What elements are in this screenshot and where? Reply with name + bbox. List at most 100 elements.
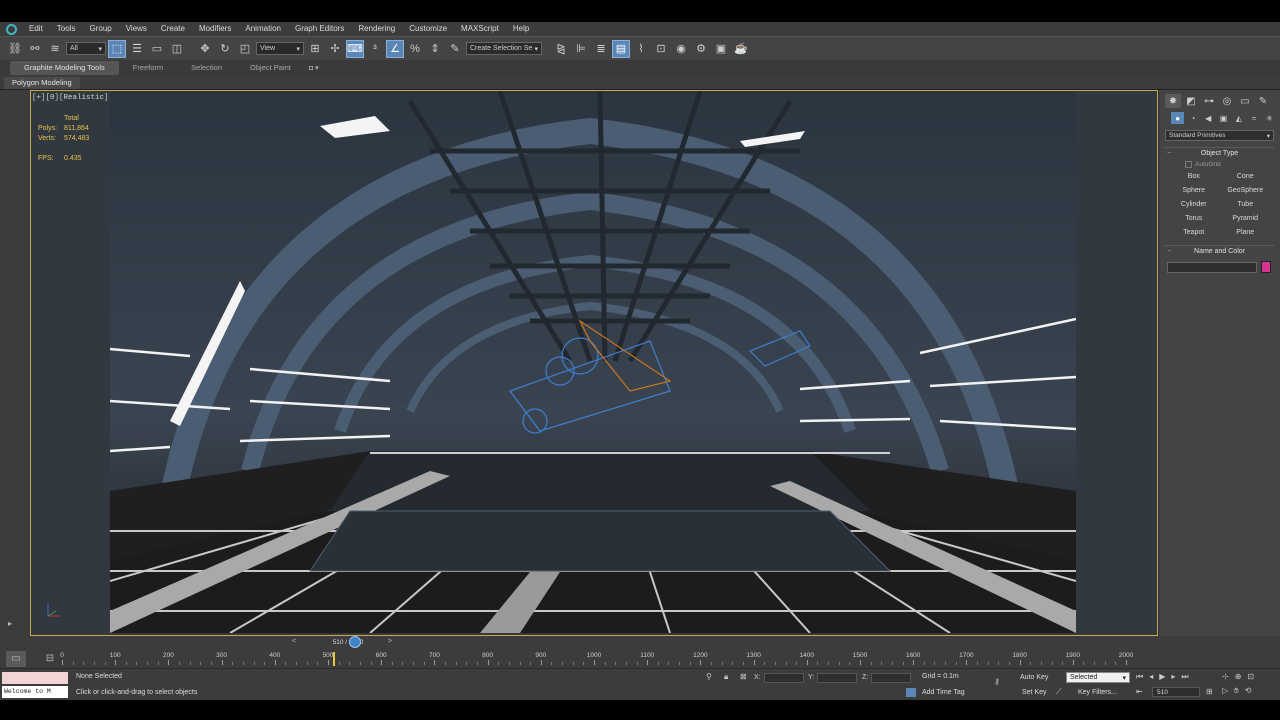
named-selection-dropdown[interactable]: Create Selection Se ▾ [466,42,542,55]
menu-animation[interactable]: Animation [238,22,288,36]
cone-button[interactable]: Cone [1223,171,1269,183]
box-button[interactable]: Box [1171,171,1217,183]
time-slider-knob[interactable] [349,636,361,648]
time-config-icon[interactable]: ⊞ [1206,687,1213,696]
scale-icon[interactable]: ◰ [236,40,254,58]
cylinder-button[interactable]: Cylinder [1171,199,1217,211]
menu-create[interactable]: Create [154,22,192,36]
z-coord-input[interactable] [871,672,912,683]
isolate-selection-icon[interactable]: ⚲ [706,672,712,681]
key-icon[interactable]: ⚷ [994,677,1000,686]
align-icon[interactable]: ⊫ [572,40,590,58]
plane-button[interactable]: Plane [1223,227,1269,239]
selection-lock-icon[interactable]: 🔒︎ [724,672,728,682]
polygon-modeling-panel[interactable]: Polygon Modeling [4,76,80,89]
menu-tools[interactable]: Tools [50,22,83,36]
schematic-view-icon[interactable]: ⊡ [652,40,670,58]
zoom-icon[interactable]: ⊹ [1222,672,1229,681]
auto-key-button[interactable]: Auto Key [1020,674,1048,681]
zoom-all-icon[interactable]: ⊕ [1235,672,1242,681]
menu-maxscript[interactable]: MAXScript [454,22,506,36]
snap-3d-icon[interactable]: ³ [366,40,384,58]
time-slider[interactable]: < > 510 / 2000 [0,636,1280,650]
absolute-mode-icon[interactable]: ⊠ [740,672,747,681]
prev-key-icon[interactable]: ◂ [1149,672,1153,682]
systems-icon[interactable]: ✳ [1263,112,1276,124]
pivot-center-icon[interactable]: ⊞ [306,40,324,58]
add-time-tag[interactable]: Add Time Tag [922,689,965,696]
mirror-icon[interactable]: ⧎ [552,40,570,58]
display-tab-icon[interactable]: ▭ [1237,94,1253,108]
x-coord-input[interactable] [763,672,804,683]
key-mode-dropdown[interactable]: Selected ▾ [1066,672,1130,683]
y-coord-field[interactable]: Y: [808,672,858,683]
track-view-icon[interactable]: ⊟ [40,651,60,667]
select-manipulate-icon[interactable]: ✢ [326,40,344,58]
time-tag-icon[interactable] [906,688,916,697]
tube-button[interactable]: Tube [1223,199,1269,211]
rect-region-icon[interactable]: ▭ [148,40,166,58]
torus-button[interactable]: Torus [1171,213,1217,225]
object-name-input[interactable] [1167,261,1257,273]
tab-selection[interactable]: Selection [177,61,236,75]
select-object-icon[interactable]: ⬚ [108,39,126,58]
mini-curve-editor-icon[interactable]: ▭ [6,651,26,667]
space-warps-icon[interactable]: ≈ [1247,112,1260,124]
zoom-extents-icon[interactable]: ⊡ [1247,672,1254,681]
maxscript-input[interactable] [2,672,68,684]
geosphere-button[interactable]: GeoSphere [1223,185,1269,197]
rendered-frame-icon[interactable]: ▣ [712,40,730,58]
pan-icon[interactable]: ✋︎ [1234,686,1239,696]
menu-graph-editors[interactable]: Graph Editors [288,22,351,36]
time-slider-thumb[interactable]: 510 / 2000 [306,638,390,648]
primitive-category-dropdown[interactable]: Standard Primitives ▾ [1165,130,1274,141]
expand-arrow-icon[interactable]: ▸ [8,619,12,628]
maxscript-output[interactable]: Welcome to M [2,686,68,698]
y-coord-input[interactable] [817,672,858,683]
sphere-button[interactable]: Sphere [1171,185,1217,197]
timeline-ruler[interactable]: 0 100 200 300 400 500 600 700 800 900 1000 1100 1200… [60,652,1133,666]
viewport-scene[interactable] [110,91,1076,633]
selection-filter-dropdown[interactable]: All ▾ [66,42,106,55]
key-mode-toggle-icon[interactable]: ⇤ [1136,687,1143,696]
play-icon[interactable]: ▶ [1159,672,1165,682]
geometry-icon[interactable]: ● [1171,112,1185,124]
orbit-icon[interactable]: ⟲ [1245,686,1252,696]
unlink-icon[interactable]: ⚯ [26,40,44,58]
hierarchy-tab-icon[interactable]: ⊶ [1201,94,1217,108]
menu-edit[interactable]: Edit [22,22,50,36]
window-crossing-icon[interactable]: ◫ [168,40,186,58]
tab-object-paint[interactable]: Object Paint [236,61,305,75]
goto-end-icon[interactable]: ⏭ [1181,672,1188,682]
shapes-icon[interactable]: ◔ [1186,112,1199,124]
object-type-title[interactable]: Object Type [1165,148,1274,159]
keyboard-shortcut-icon[interactable]: ⌨ [346,39,364,58]
menu-group[interactable]: Group [82,22,118,36]
autogrid-checkbox[interactable]: AutoGrid [1185,161,1274,168]
edit-named-selections-icon[interactable]: ✎ [446,40,464,58]
bind-space-warp-icon[interactable]: ≋ [46,40,64,58]
x-coord-field[interactable]: X: [754,672,804,683]
next-key-icon[interactable]: ▸ [1171,672,1175,682]
material-editor-icon[interactable]: ◉ [672,40,690,58]
name-and-color-title[interactable]: Name and Color [1165,246,1274,257]
utilities-tab-icon[interactable]: ✎ [1255,94,1271,108]
set-key-icon[interactable]: ⟋ [1056,687,1062,697]
set-key-button[interactable]: Set Key [1022,689,1047,696]
move-icon[interactable]: ✥ [196,40,214,58]
menu-views[interactable]: Views [119,22,154,36]
app-logo-icon[interactable] [0,22,22,36]
pyramid-button[interactable]: Pyramid [1223,213,1269,225]
viewport-label[interactable]: [+][0][Realistic] [32,94,109,102]
helpers-icon[interactable]: ◭ [1232,112,1245,124]
create-tab-icon[interactable]: ✸ [1165,94,1181,108]
cameras-icon[interactable]: ▣ [1217,112,1230,124]
current-frame-field[interactable]: 510 [1152,687,1200,697]
prev-frame-arrow-icon[interactable]: < [292,638,296,645]
reference-coord-dropdown[interactable]: View ▾ [256,42,304,55]
maxscript-mini-listener[interactable]: Welcome to M [2,672,68,698]
tab-freeform[interactable]: Freeform [119,61,177,75]
menu-rendering[interactable]: Rendering [351,22,402,36]
percent-snap-icon[interactable]: % [406,40,424,58]
render-setup-icon[interactable]: ⚙ [692,40,710,58]
